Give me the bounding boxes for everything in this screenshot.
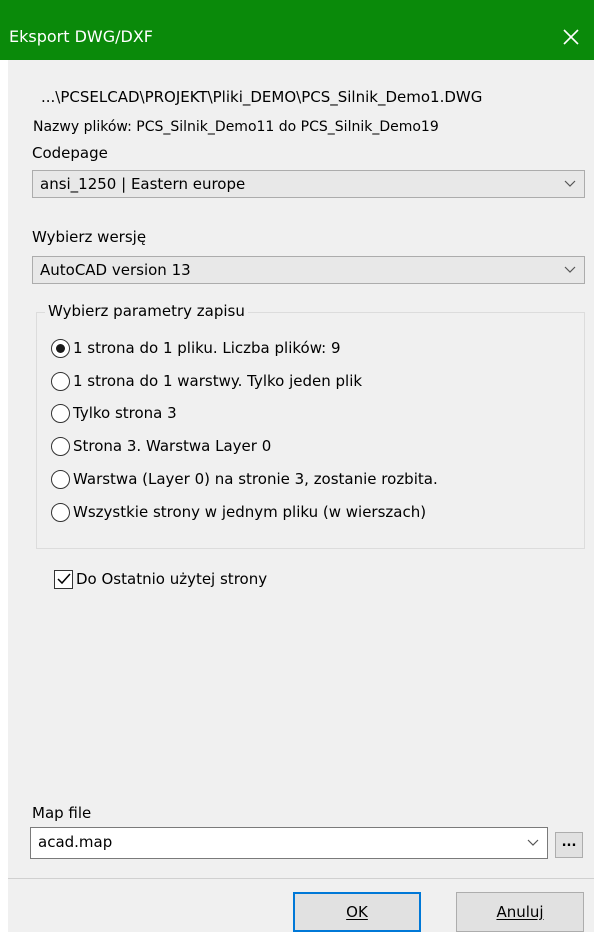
ok-button[interactable]: OK	[293, 892, 421, 932]
file-names-info: Nazwy plików: PCS_Silnik_Demo11 do PCS_S…	[33, 119, 439, 135]
radio-option-6[interactable]: Wszystkie strony w jednym pliku (w wiers…	[51, 501, 426, 523]
radio-button[interactable]	[51, 403, 70, 423]
radio-button[interactable]	[51, 371, 70, 391]
title-bar: Eksport DWG/DXF	[0, 0, 594, 60]
radio-button[interactable]	[51, 338, 70, 358]
chevron-down-icon	[564, 266, 576, 273]
close-icon	[563, 29, 579, 45]
save-params-title: Wybierz parametry zapisu	[45, 302, 248, 320]
close-button[interactable]	[548, 14, 594, 60]
export-path: ...\PCSELCAD\PROJEKT\Pliki_DEMO\PCS_Siln…	[41, 88, 483, 106]
version-value: AutoCAD version 13	[40, 261, 191, 279]
radio-option-4[interactable]: Strona 3. Warstwa Layer 0	[51, 435, 271, 457]
radio-label: Warstwa (Layer 0) na stronie 3, zostanie…	[73, 470, 438, 488]
browse-map-file-button[interactable]: ...	[555, 832, 583, 858]
checkmark-icon	[56, 573, 71, 585]
radio-button[interactable]	[51, 469, 70, 489]
codepage-label: Codepage	[32, 144, 108, 162]
codepage-select[interactable]: ansi_1250 | Eastern europe	[32, 170, 585, 198]
button-separator	[8, 878, 594, 879]
radio-label: Wszystkie strony w jednym pliku (w wiers…	[73, 503, 427, 521]
last-page-checkbox[interactable]	[54, 569, 73, 589]
last-page-option[interactable]: Do Ostatnio użytej strony	[54, 567, 267, 591]
version-label: Wybierz wersję	[32, 228, 147, 246]
radio-label: 1 strona do 1 warstwy. Tylko jeden plik	[73, 372, 363, 390]
radio-button[interactable]	[51, 436, 70, 456]
chevron-down-icon	[527, 839, 539, 846]
map-file-value: acad.map	[38, 833, 113, 851]
radio-button[interactable]	[51, 502, 70, 522]
radio-option-2[interactable]: 1 strona do 1 warstwy. Tylko jeden plik	[51, 370, 362, 392]
window-title: Eksport DWG/DXF	[9, 27, 154, 46]
map-file-label: Map file	[32, 804, 92, 822]
last-page-label: Do Ostatnio użytej strony	[76, 570, 268, 588]
chevron-down-icon	[564, 180, 576, 187]
radio-label: Strona 3. Warstwa Layer 0	[73, 437, 272, 455]
map-file-select[interactable]: acad.map	[30, 827, 548, 859]
save-params-group: Wybierz parametry zapisu 1 strona do 1 p…	[36, 302, 585, 549]
radio-option-1[interactable]: 1 strona do 1 pliku. Liczba plików: 9	[51, 337, 341, 359]
codepage-value: ansi_1250 | Eastern europe	[40, 175, 246, 193]
radio-option-3[interactable]: Tylko strona 3	[51, 402, 177, 424]
dialog-body: ...\PCSELCAD\PROJEKT\Pliki_DEMO\PCS_Siln…	[8, 60, 594, 932]
radio-label: 1 strona do 1 pliku. Liczba plików: 9	[73, 339, 341, 357]
radio-option-5[interactable]: Warstwa (Layer 0) na stronie 3, zostanie…	[51, 468, 438, 490]
radio-label: Tylko strona 3	[73, 404, 177, 422]
version-select[interactable]: AutoCAD version 13	[32, 256, 585, 284]
cancel-button[interactable]: Anuluj	[456, 892, 584, 932]
